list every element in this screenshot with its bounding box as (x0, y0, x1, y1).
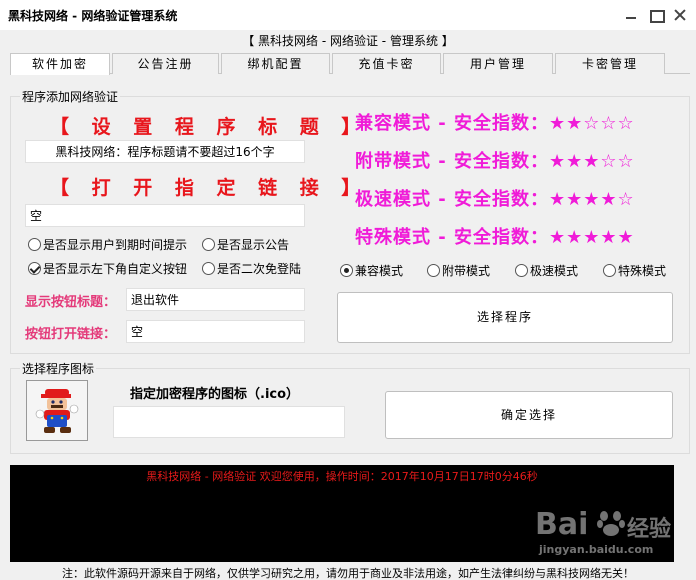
mode-compat-safety: 兼容模式 - 安全指数：★★☆☆☆ (355, 113, 635, 134)
mode-attach-safety: 附带模式 - 安全指数：★★★☆☆ (355, 151, 635, 172)
set-title-heading: 【 设 置 程 序 标 题 】 (50, 116, 369, 138)
mode-compat-radio[interactable]: 兼容模式 (340, 262, 403, 279)
tab-software-encrypt[interactable]: 软件加密 (10, 53, 110, 75)
radio-icon (603, 264, 616, 277)
show-expiry-label: 是否显示用户到期时间提示 (43, 238, 188, 252)
tab-machine-binding[interactable]: 绑机配置 (221, 53, 330, 74)
open-link-input[interactable]: 空 (25, 204, 305, 227)
radio-icon (515, 264, 528, 277)
select-program-button[interactable]: 选择程序 (337, 292, 673, 343)
button-link-label: 按钮打开链接： (25, 327, 117, 342)
confirm-select-button[interactable]: 确定选择 (385, 391, 673, 439)
window-title: 黑科技网络 - 网络验证管理系统 (8, 9, 178, 23)
checkbox-checked-icon (28, 262, 41, 275)
mode-attach-radio-label: 附带模式 (442, 264, 491, 278)
show-custom-button-checkbox[interactable]: 是否显示左下角自定义按钮 (28, 260, 187, 277)
mario-icon (35, 389, 79, 433)
open-link-heading: 【 打 开 指 定 链 接 】 (50, 177, 369, 199)
program-icon-preview[interactable] (26, 380, 88, 441)
app-subtitle: 【 黑科技网络 - 网络验证 - 管理系统 】 (242, 34, 454, 48)
mode-special-radio[interactable]: 特殊模式 (603, 262, 666, 279)
button-link-input[interactable]: 空 (126, 320, 305, 343)
tab-recharge-cards[interactable]: 充值卡密 (332, 53, 441, 74)
paw-icon (597, 511, 625, 536)
program-title-input[interactable]: 黑科技网络：程序标题请不要超过16个字 (25, 140, 305, 163)
program-group-title: 程序添加网络验证 (20, 88, 121, 105)
tab-notice-register[interactable]: 公告注册 (112, 53, 219, 74)
show-notice-checkbox[interactable]: 是否显示公告 (202, 236, 289, 253)
show-notice-label: 是否显示公告 (217, 238, 290, 252)
icon-group-title: 选择程序图标 (20, 360, 97, 377)
footer-notice: 注：此软件源码开源来自于网络，仅供学习研究之用，请勿用于商业及非法用途，如产生法… (62, 567, 634, 580)
mode-fast-radio[interactable]: 极速模式 (515, 262, 578, 279)
watermark-url: jingyan.baidu.com (539, 543, 654, 556)
second-auto-login-checkbox[interactable]: 是否二次免登陆 (202, 260, 301, 277)
radio-selected-icon (340, 264, 353, 277)
mode-fast-radio-label: 极速模式 (530, 264, 579, 278)
second-auto-login-label: 是否二次免登陆 (217, 262, 302, 276)
tab-user-management[interactable]: 用户管理 (443, 53, 553, 74)
mode-special-radio-label: 特殊模式 (618, 264, 667, 278)
checkbox-circle (202, 262, 215, 275)
icon-path-input[interactable] (113, 406, 345, 438)
close-icon[interactable] (669, 4, 691, 26)
watermark-brand-tail: 经验 (627, 517, 672, 542)
baidu-watermark: Bai 经验 jingyan.baidu.com (535, 497, 675, 559)
mode-compat-radio-label: 兼容模式 (355, 264, 404, 278)
icon-instruction: 指定加密程序的图标（.ico） (130, 387, 300, 402)
show-expiry-checkbox[interactable]: 是否显示用户到期时间提示 (28, 236, 187, 253)
mode-attach-radio[interactable]: 附带模式 (427, 262, 490, 279)
show-custom-button-label: 是否显示左下角自定义按钮 (43, 262, 188, 276)
radio-icon (427, 264, 440, 277)
button-title-label: 显示按钮标题： (25, 295, 117, 310)
mode-fast-safety: 极速模式 - 安全指数：★★★★☆ (355, 189, 635, 210)
maximize-icon[interactable] (645, 4, 667, 26)
mode-special-safety: 特殊模式 - 安全指数：★★★★★ (355, 227, 635, 248)
title-bar: 黑科技网络 - 网络验证管理系统 (0, 0, 696, 30)
minimize-icon[interactable] (620, 4, 642, 26)
button-title-input[interactable]: 退出软件 (126, 288, 305, 311)
tab-card-management[interactable]: 卡密管理 (555, 53, 665, 74)
tab-bar: 软件加密 公告注册 绑机配置 充值卡密 用户管理 卡密管理 (10, 53, 690, 75)
checkbox-circle (28, 238, 41, 251)
log-message: 黑科技网络 - 网络验证 欢迎您使用，操作时间：2017年10月17日17时0分… (146, 470, 538, 483)
checkbox-circle (202, 238, 215, 251)
watermark-brand: Bai (535, 507, 589, 542)
